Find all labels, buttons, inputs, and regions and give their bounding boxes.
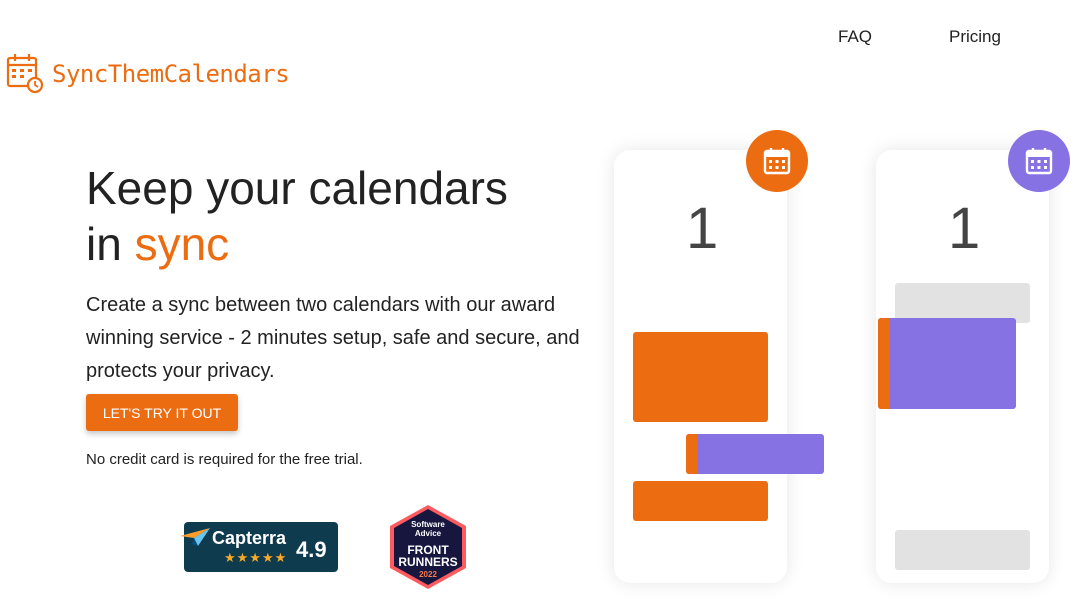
software-advice-badge[interactable]: Software Advice FRONT RUNNERS 2022	[386, 503, 470, 591]
try-it-out-button[interactable]: LET'S TRY IT OUT	[86, 394, 238, 431]
right-calendar-placeholder-event	[895, 283, 1030, 323]
left-calendar-badge	[746, 130, 808, 192]
left-calendar-day: 1	[686, 196, 719, 261]
front-runners-year: 2022	[419, 570, 437, 579]
right-calendar-day: 1	[948, 196, 981, 261]
left-calendar-event	[633, 332, 768, 422]
left-calendar-synced-event	[686, 434, 824, 474]
hero-title: Keep your calendars in sync	[86, 160, 508, 272]
nav-link-pricing[interactable]: Pricing	[949, 27, 1001, 47]
hero-title-accent: sync	[134, 218, 230, 270]
right-calendar-synced-event	[878, 318, 1016, 409]
sync-stripe	[686, 434, 698, 474]
capterra-badge[interactable]: Capterra ★★★★★ 4.9	[180, 522, 338, 572]
software-advice-brand-line1: Software	[411, 520, 445, 529]
right-calendar-badge	[1008, 130, 1070, 192]
hero-title-line2-prefix: in	[86, 218, 135, 270]
left-calendar-event	[633, 481, 768, 521]
hero-title-line1: Keep your calendars	[86, 162, 508, 214]
software-advice-brand-line2: Advice	[414, 529, 442, 538]
calendar-icon	[1025, 148, 1053, 175]
calendar-clock-icon	[6, 54, 44, 94]
right-calendar-placeholder-event	[895, 530, 1030, 570]
nav-link-faq[interactable]: FAQ	[838, 27, 872, 47]
calendar-icon	[763, 148, 791, 175]
capterra-stars: ★★★★★	[224, 550, 288, 565]
sync-stripe	[878, 318, 890, 409]
free-trial-note: No credit card is required for the free …	[86, 451, 363, 468]
front-runners-line2: RUNNERS	[398, 555, 458, 569]
capterra-logo-icon	[180, 528, 210, 546]
brand-logo[interactable]: SyncThemCalendars	[6, 52, 326, 96]
capterra-score: 4.9	[296, 537, 327, 562]
brand-name: SyncThemCalendars	[52, 60, 290, 88]
hero-description: Create a sync between two calendars with…	[86, 294, 580, 382]
capterra-name: Capterra	[212, 528, 287, 548]
